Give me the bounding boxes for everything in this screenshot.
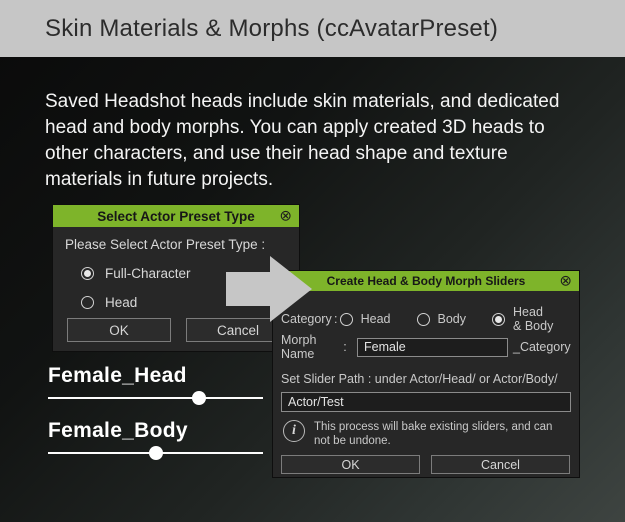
- radio-option-head-and-body[interactable]: Head & Body: [492, 305, 554, 333]
- dialog-title: Select Actor Preset Type: [97, 209, 255, 224]
- info-text: This process will bake existing sliders,…: [314, 420, 562, 448]
- intro-line: other characters, and use their head sha…: [45, 141, 559, 167]
- radio-icon[interactable]: [340, 313, 353, 326]
- preset-prompt: Please Select Actor Preset Type :: [65, 237, 299, 252]
- slider-path-label: Set Slider Path : under Actor/Head/ or A…: [281, 372, 558, 386]
- intro-line: Saved Headshot heads include skin materi…: [45, 89, 559, 115]
- intro-line: materials in future projects.: [45, 167, 559, 193]
- cancel-button[interactable]: Cancel: [431, 455, 570, 474]
- page-header: Skin Materials & Morphs (ccAvatarPreset): [0, 0, 625, 57]
- close-icon[interactable]: ⊗: [559, 274, 572, 289]
- slider-label: Female_Head: [48, 364, 263, 388]
- page: Skin Materials & Morphs (ccAvatarPreset)…: [0, 0, 625, 522]
- dialog-titlebar[interactable]: Select Actor Preset Type ⊗: [53, 205, 299, 227]
- slider-label: Female_Body: [48, 419, 263, 443]
- morph-name-label: Morph Name: [281, 333, 339, 361]
- slider-handle[interactable]: [149, 446, 163, 460]
- info-note: i This process will bake existing slider…: [283, 420, 562, 448]
- dialog-title: Create Head & Body Morph Sliders: [327, 274, 526, 288]
- radio-option-head[interactable]: Head: [340, 312, 391, 326]
- radio-label: Head: [105, 295, 137, 310]
- radio-option-body[interactable]: Body: [417, 312, 467, 326]
- morph-name-suffix: _Category: [513, 340, 571, 354]
- slider-female-head: Female_Head: [48, 364, 263, 399]
- category-row: Category : Head Body Head & Body: [281, 305, 580, 333]
- radio-icon[interactable]: [81, 296, 94, 309]
- info-icon: i: [283, 420, 305, 442]
- intro-paragraph: Saved Headshot heads include skin materi…: [45, 89, 559, 193]
- colon: :: [332, 312, 340, 326]
- morph-name-row: Morph Name : _Category: [281, 333, 571, 361]
- intro-line: head and body morphs. You can apply crea…: [45, 115, 559, 141]
- arrow-right-icon: [226, 254, 314, 324]
- radio-label: Body: [438, 312, 467, 326]
- close-icon[interactable]: ⊗: [279, 209, 292, 224]
- slider-handle[interactable]: [192, 391, 206, 405]
- radio-label: Head & Body: [513, 305, 554, 333]
- radio-icon[interactable]: [81, 267, 94, 280]
- slider-path-input[interactable]: [281, 392, 571, 412]
- page-title: Skin Materials & Morphs (ccAvatarPreset): [45, 15, 498, 43]
- slider-track[interactable]: [48, 452, 263, 454]
- radio-label: Head: [361, 312, 391, 326]
- ok-button[interactable]: OK: [281, 455, 420, 474]
- slider-female-body: Female_Body: [48, 419, 263, 454]
- dialog-titlebar[interactable]: Create Head & Body Morph Sliders ⊗: [273, 271, 579, 291]
- radio-icon[interactable]: [492, 313, 505, 326]
- colon: :: [339, 340, 351, 354]
- morph-name-input[interactable]: [357, 338, 508, 357]
- ok-button[interactable]: OK: [67, 318, 171, 342]
- radio-icon[interactable]: [417, 313, 430, 326]
- create-morph-sliders-dialog: Create Head & Body Morph Sliders ⊗ Categ…: [272, 270, 580, 478]
- slider-track[interactable]: [48, 397, 263, 399]
- radio-label: Full-Character: [105, 266, 191, 281]
